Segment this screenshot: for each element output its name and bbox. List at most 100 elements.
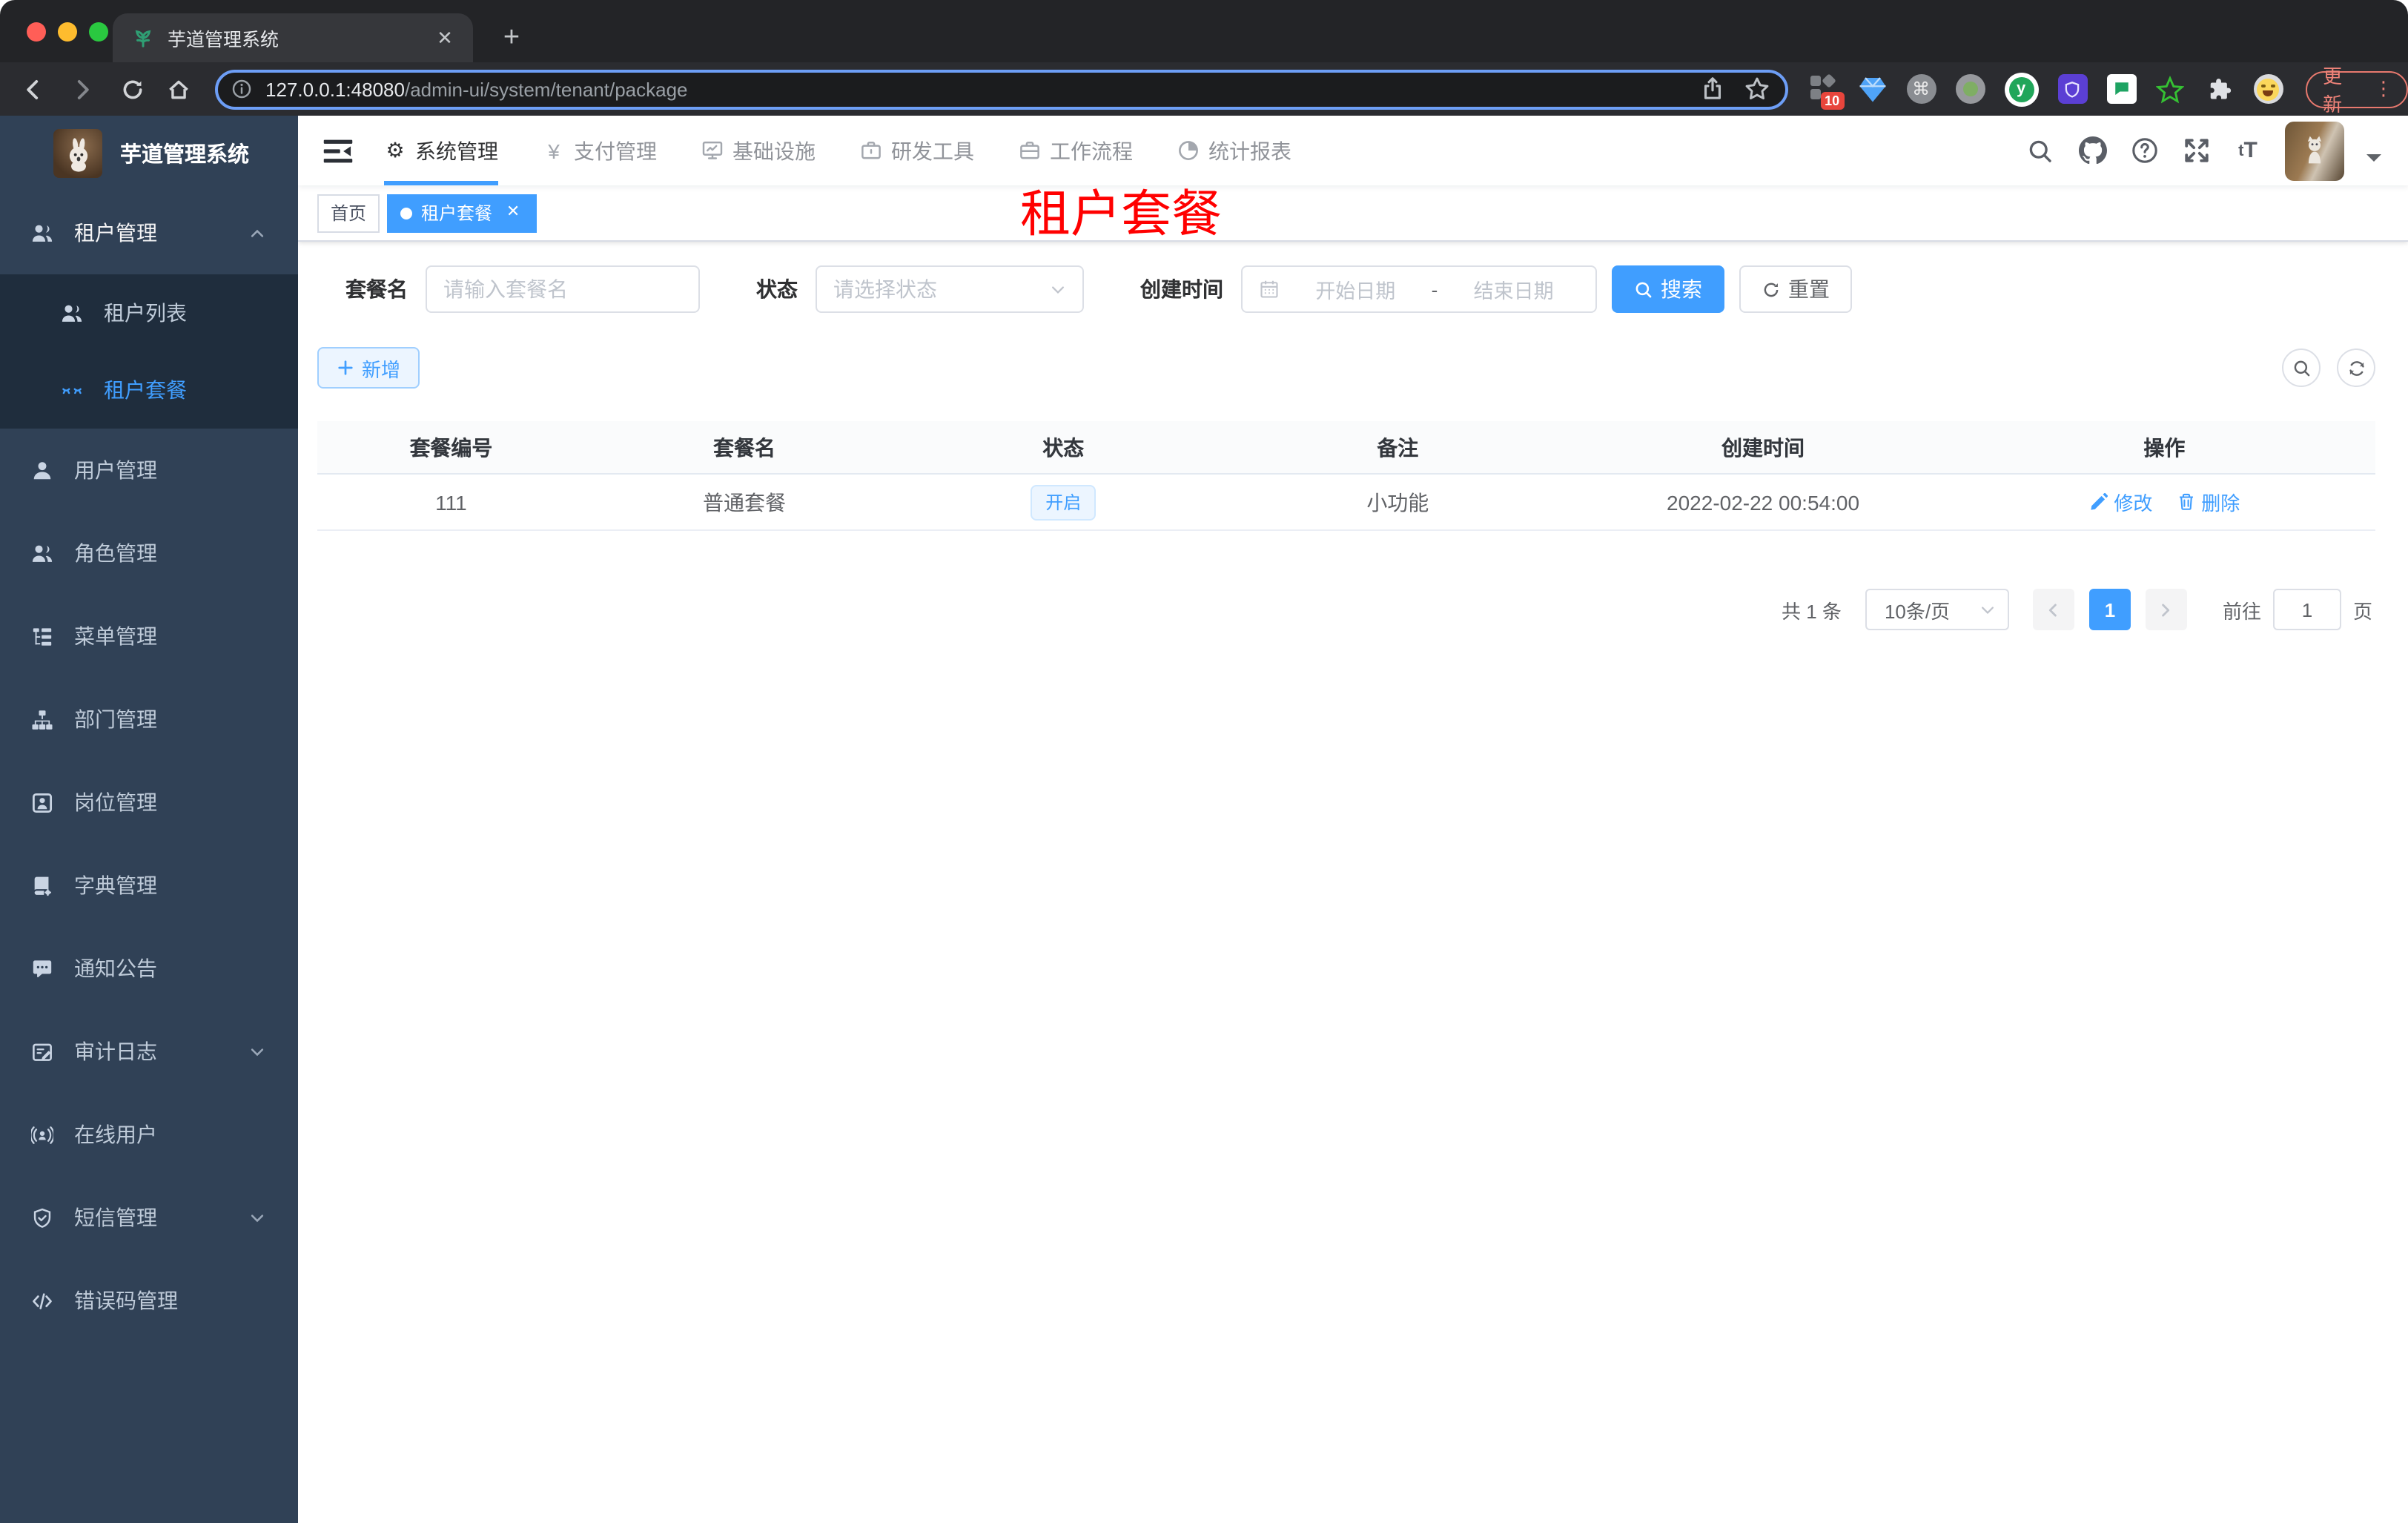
sidebar-item-dept-management[interactable]: 部门管理 <box>0 678 298 761</box>
extension-chat-icon[interactable] <box>2106 74 2137 104</box>
page-size-value: 10条/页 <box>1884 600 1951 622</box>
date-start-placeholder: 开始日期 <box>1315 280 1396 303</box>
sidebar-item-tenant-list[interactable]: 租户列表 <box>0 274 298 351</box>
top-menu-reports[interactable]: 统计报表 <box>1177 116 1291 185</box>
sidebar-item-post-management[interactable]: 岗位管理 <box>0 761 298 844</box>
browser-update-button[interactable]: 更新 ⋮ <box>2305 65 2408 116</box>
avatar-caret-icon[interactable] <box>2366 153 2381 168</box>
sidebar-item-role-management[interactable]: 角色管理 <box>0 512 298 595</box>
cell-remark: 小功能 <box>1366 490 1429 514</box>
top-menu-dev-tools[interactable]: 研发工具 <box>860 116 974 185</box>
page-title: 租户套餐 <box>1020 187 1222 243</box>
url-host: 127.0.0.1:48080 <box>265 78 405 100</box>
window-close-button[interactable] <box>27 22 46 42</box>
date-range-picker[interactable]: 开始日期 - 结束日期 <box>1241 265 1597 313</box>
site-info-icon[interactable] <box>231 79 252 99</box>
font-size-icon[interactable]: tT <box>2233 136 2263 165</box>
column-header[interactable]: 备注 <box>1223 432 1572 462</box>
prev-page-button[interactable] <box>2032 589 2074 630</box>
sidebar-item-audit-log[interactable]: 审计日志 <box>0 1010 298 1093</box>
extension-green-dot-icon[interactable] <box>1955 74 1985 104</box>
reload-button[interactable] <box>113 70 151 108</box>
extension-emoji-icon[interactable] <box>2253 74 2283 104</box>
top-menu-infrastructure[interactable]: 基础设施 <box>701 116 816 185</box>
table-header-row: 套餐编号 套餐名 状态 备注 创建时间 操作 <box>317 421 2375 475</box>
extensions-row: 10 ⌘ y 更新 ⋮ <box>1808 65 2408 116</box>
extension-y-icon[interactable]: y <box>2004 72 2039 106</box>
home-button[interactable] <box>159 70 197 108</box>
user-avatar[interactable] <box>2285 121 2344 180</box>
extension-gem-icon[interactable] <box>1857 74 1887 104</box>
top-menu-label: 基础设施 <box>732 139 816 162</box>
tags-view-bar: 首页 租户套餐 ✕ <box>298 185 2408 242</box>
tab-close-icon[interactable]: ✕ <box>431 24 458 51</box>
help-icon[interactable] <box>2129 136 2159 165</box>
goto-label: 前往 <box>2222 600 2261 622</box>
sidebar-item-sms-management[interactable]: 短信管理 <box>0 1176 298 1259</box>
column-header[interactable]: 状态 <box>904 432 1223 462</box>
chevron-right-icon <box>2163 603 2171 616</box>
sidebar-item-tenant-management[interactable]: 租户管理 <box>0 191 298 274</box>
top-menu-workflow[interactable]: 工作流程 <box>1019 116 1133 185</box>
sidebar-item-notice[interactable]: 通知公告 <box>0 927 298 1010</box>
sidebar-item-user-management[interactable]: 用户管理 <box>0 429 298 512</box>
refresh-table-button[interactable] <box>2337 348 2375 387</box>
package-name-input-field[interactable] <box>443 277 682 301</box>
goto-page-input[interactable] <box>2272 589 2341 630</box>
add-button[interactable]: 新增 <box>317 347 420 389</box>
tag-close-icon[interactable]: ✕ <box>503 202 523 223</box>
top-menu-payment[interactable]: ¥ 支付管理 <box>543 116 657 185</box>
sidebar-item-menu-management[interactable]: 菜单管理 <box>0 595 298 678</box>
toggle-search-button[interactable] <box>2282 348 2321 387</box>
window-zoom-button[interactable] <box>89 22 108 42</box>
header-search-icon[interactable] <box>2025 136 2055 165</box>
top-menu-label: 统计报表 <box>1208 139 1291 162</box>
extension-grid-badge-icon[interactable]: 10 <box>1808 73 1845 110</box>
table-row[interactable]: 111 普通套餐 开启 小功能 2022-02-22 00:54:00 修改 删… <box>317 475 2375 531</box>
date-end-placeholder: 结束日期 <box>1473 280 1554 303</box>
back-button[interactable] <box>13 70 52 108</box>
extensions-puzzle-icon[interactable] <box>2204 74 2234 104</box>
sidebar-item-tenant-package[interactable]: 租户套餐 <box>0 351 298 429</box>
current-page-button[interactable]: 1 <box>2088 589 2131 630</box>
tab-title: 芋道管理系统 <box>168 30 280 50</box>
column-header[interactable]: 套餐名 <box>585 432 904 462</box>
browser-tab[interactable]: 芋道管理系统 ✕ <box>113 13 473 62</box>
sidebar-item-label: 字典管理 <box>74 873 157 897</box>
column-header[interactable]: 套餐编号 <box>317 432 585 462</box>
window-minimize-button[interactable] <box>58 22 77 42</box>
delete-link[interactable]: 删除 <box>2176 488 2240 516</box>
search-button[interactable]: 搜索 <box>1612 265 1724 313</box>
extension-star-icon[interactable] <box>2155 74 2185 104</box>
reset-button[interactable]: 重置 <box>1739 265 1852 313</box>
package-name-input[interactable] <box>426 265 700 313</box>
search-icon <box>2293 360 2309 376</box>
url-text[interactable]: 127.0.0.1:48080/admin-ui/system/tenant/p… <box>265 78 1681 100</box>
browser-menu-kebab-icon[interactable]: ⋮ <box>2374 79 2393 98</box>
sidebar-item-error-code[interactable]: 错误码管理 <box>0 1259 298 1342</box>
app-logo[interactable]: 芋道管理系统 <box>0 116 298 191</box>
extension-shield-icon[interactable] <box>2057 74 2088 104</box>
sidebar-item-online-users[interactable]: 在线用户 <box>0 1093 298 1176</box>
page-size-select[interactable]: 10条/页 <box>1865 589 2009 630</box>
new-tab-button[interactable]: + <box>492 19 531 58</box>
edit-link[interactable]: 修改 <box>2088 488 2152 516</box>
next-page-button[interactable] <box>2145 589 2187 630</box>
column-header[interactable]: 操作 <box>1954 432 2375 462</box>
sidebar-item-dict-management[interactable]: 字典管理 <box>0 844 298 927</box>
sidebar-collapse-icon[interactable] <box>322 134 354 167</box>
column-header[interactable]: 创建时间 <box>1572 432 1954 462</box>
top-menu-system[interactable]: ⚙ 系统管理 <box>384 116 498 185</box>
extension-command-icon[interactable]: ⌘ <box>1906 74 1936 104</box>
bookmark-star-icon[interactable] <box>1743 76 1770 102</box>
github-icon[interactable] <box>2077 136 2107 165</box>
browser-tabstrip: 芋道管理系统 ✕ + <box>0 0 2408 62</box>
tag-tenant-package[interactable]: 租户套餐 ✕ <box>387 194 538 232</box>
status-select[interactable]: 请选择状态 <box>816 265 1084 313</box>
fullscreen-icon[interactable] <box>2181 136 2211 165</box>
share-icon[interactable] <box>1698 76 1725 102</box>
address-bar[interactable]: 127.0.0.1:48080/admin-ui/system/tenant/p… <box>215 69 1788 109</box>
extension-badge-count: 10 <box>1820 92 1845 110</box>
forward-button[interactable] <box>62 70 101 108</box>
tag-home[interactable]: 首页 <box>317 194 380 232</box>
